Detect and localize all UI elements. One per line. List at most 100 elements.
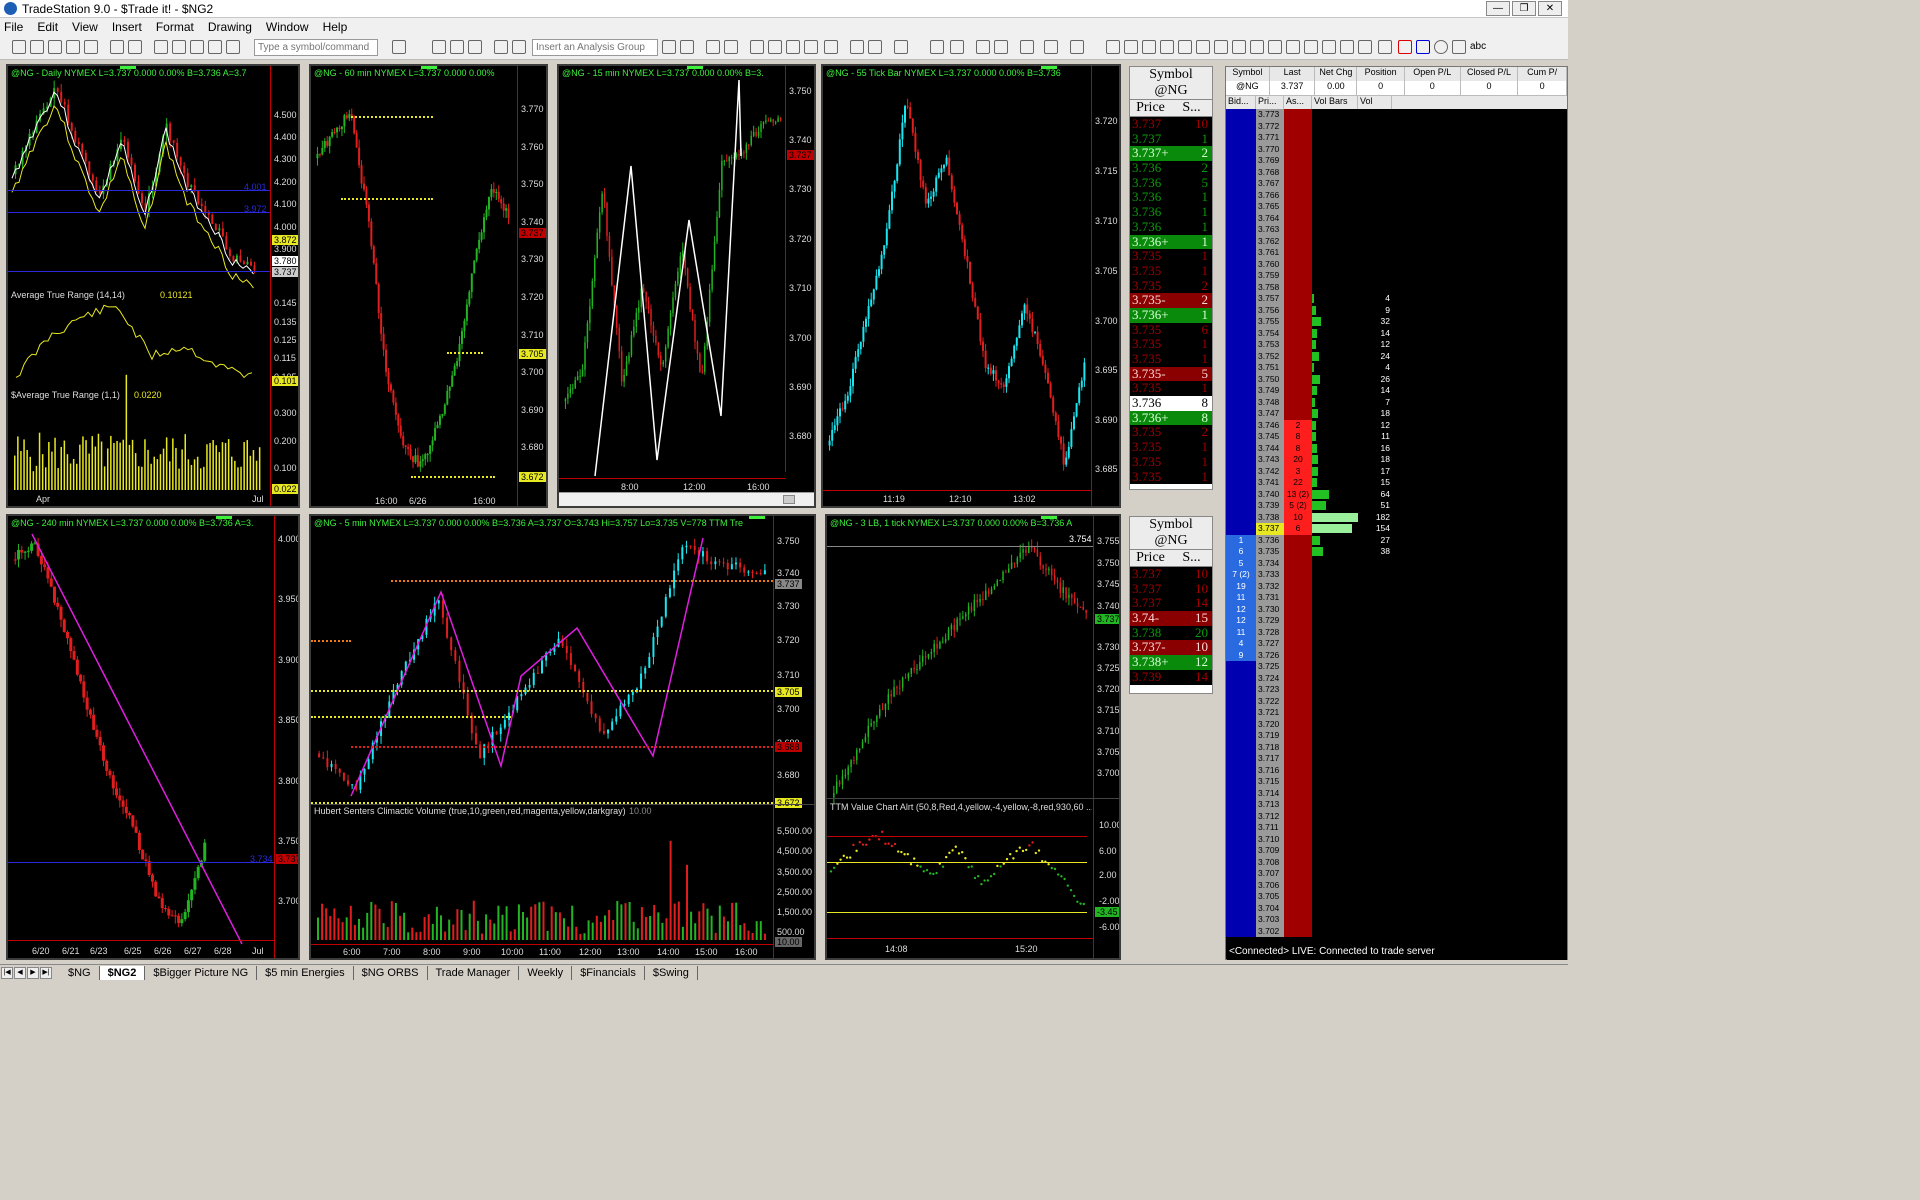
price-cell[interactable]: 3.743 (1256, 454, 1284, 466)
ask-cell[interactable] (1284, 293, 1312, 305)
ask-cell[interactable] (1284, 534, 1312, 546)
bid-cell[interactable] (1226, 396, 1256, 408)
volume-bar-cell[interactable] (1312, 270, 1358, 282)
ask-cell[interactable] (1284, 592, 1312, 604)
bid-cell[interactable] (1226, 902, 1256, 914)
ask-cell[interactable] (1284, 822, 1312, 834)
analysis-icon[interactable] (494, 40, 508, 54)
bid-cell[interactable] (1226, 408, 1256, 420)
bid-cell[interactable] (1226, 419, 1256, 431)
price-cell[interactable]: 3.722 (1256, 695, 1284, 707)
volume-bar-cell[interactable] (1312, 396, 1358, 408)
volume-bar-cell[interactable] (1312, 638, 1358, 650)
volume-bar-cell[interactable] (1312, 534, 1358, 546)
bid-cell[interactable] (1226, 684, 1256, 696)
bid-cell[interactable] (1226, 327, 1256, 339)
dom-row[interactable]: 3.753 12 (1226, 339, 1567, 351)
price-cell[interactable]: 3.758 (1256, 281, 1284, 293)
ask-cell[interactable] (1284, 684, 1312, 696)
volume-bar-cell[interactable] (1312, 109, 1358, 121)
menu-format[interactable]: Format (156, 20, 194, 34)
dom-row[interactable]: 3.756 9 (1226, 304, 1567, 316)
ask-cell[interactable] (1284, 557, 1312, 569)
ask-cell[interactable]: 3 (1284, 465, 1312, 477)
bid-cell[interactable] (1226, 753, 1256, 765)
dom-row[interactable]: 3.710 (1226, 833, 1567, 845)
dom-row[interactable]: 4 3.727 (1226, 638, 1567, 650)
volume-bar-cell[interactable] (1312, 592, 1358, 604)
price-cell[interactable]: 3.733 (1256, 569, 1284, 581)
menu-file[interactable]: File (4, 20, 23, 34)
volume-bar-cell[interactable] (1312, 684, 1358, 696)
volume-cell[interactable] (1358, 649, 1392, 661)
dom-row[interactable]: 19 3.732 (1226, 580, 1567, 592)
dom-row[interactable]: 3.757 4 (1226, 293, 1567, 305)
dom-row[interactable]: 5 3.734 (1226, 557, 1567, 569)
volume-bar-cell[interactable] (1312, 120, 1358, 132)
volume-cell[interactable] (1358, 856, 1392, 868)
quote-header[interactable]: Last (1270, 67, 1316, 81)
volume-bar-cell[interactable] (1312, 454, 1358, 466)
last-tab-icon[interactable]: ▶| (40, 966, 52, 979)
price-column-header[interactable]: Pri... (1256, 96, 1284, 109)
bid-cell[interactable] (1226, 235, 1256, 247)
volume-cell[interactable] (1358, 603, 1392, 615)
volume-bar-cell[interactable] (1312, 615, 1358, 627)
menu-edit[interactable]: Edit (37, 20, 58, 34)
dom-row[interactable]: 3.702 (1226, 925, 1567, 937)
volume-cell[interactable] (1358, 201, 1392, 213)
price-cell[interactable]: 3.765 (1256, 201, 1284, 213)
volume-cell[interactable]: 14 (1358, 385, 1392, 397)
volume-bar-cell[interactable] (1312, 902, 1358, 914)
ask-cell[interactable] (1284, 120, 1312, 132)
price-cell[interactable]: 3.745 (1256, 431, 1284, 443)
volume-cell[interactable] (1358, 764, 1392, 776)
cursor-icon[interactable] (976, 40, 990, 54)
bid-cell[interactable] (1226, 304, 1256, 316)
volume-bar-cell[interactable] (1312, 661, 1358, 673)
volume-cell[interactable]: 32 (1358, 316, 1392, 328)
prev-tab-icon[interactable]: ◀ (14, 966, 26, 979)
dom-row[interactable]: 3.743 20 18 (1226, 454, 1567, 466)
bid-cell[interactable] (1226, 350, 1256, 362)
bid-cell[interactable] (1226, 339, 1256, 351)
ask-cell[interactable] (1284, 316, 1312, 328)
ask-cell[interactable]: 10 (1284, 511, 1312, 523)
ask-cell[interactable] (1284, 235, 1312, 247)
tab-5min-energies[interactable]: $5 min Energies (257, 965, 354, 980)
price-cell[interactable]: 3.720 (1256, 718, 1284, 730)
volume-cell[interactable] (1358, 166, 1392, 178)
chart-daily[interactable]: @NG - Daily NYMEX L=3.737 0.000 0.00% B=… (6, 64, 300, 508)
menu-window[interactable]: Window (266, 20, 309, 34)
chart-240min[interactable]: @NG - 240 min NYMEX L=3.737 0.000 0.00% … (6, 514, 300, 960)
bid-cell[interactable] (1226, 925, 1256, 937)
dom-row[interactable]: 3.760 (1226, 258, 1567, 270)
volume-bar-cell[interactable] (1312, 258, 1358, 270)
volume-cell[interactable] (1358, 707, 1392, 719)
volume-bar-cell[interactable] (1312, 856, 1358, 868)
tab-ng-orbs[interactable]: $NG ORBS (354, 965, 428, 980)
volume-cell[interactable]: 15 (1358, 477, 1392, 489)
price-cell[interactable]: 3.710 (1256, 833, 1284, 845)
analysis-group-input[interactable] (532, 39, 658, 56)
price-cell[interactable]: 3.702 (1256, 925, 1284, 937)
horizontal-line[interactable] (8, 862, 274, 863)
volume-cell[interactable]: 27 (1358, 534, 1392, 546)
ask-cell[interactable] (1284, 258, 1312, 270)
symbol-value[interactable]: @NG (1130, 533, 1212, 549)
price-cell[interactable]: 3.731 (1256, 592, 1284, 604)
arc-icon[interactable] (1196, 40, 1210, 54)
volume-bar-cell[interactable] (1312, 822, 1358, 834)
volume-bar-cell[interactable] (1312, 787, 1358, 799)
price-cell[interactable]: 3.749 (1256, 385, 1284, 397)
channel-icon[interactable] (1214, 40, 1228, 54)
menu-view[interactable]: View (72, 20, 98, 34)
level-line[interactable] (351, 746, 773, 748)
bid-cell[interactable] (1226, 166, 1256, 178)
level-line[interactable] (311, 640, 351, 642)
dom-row[interactable]: 3.740 13 (2) 64 (1226, 488, 1567, 500)
dom-row[interactable]: 3.741 22 15 (1226, 477, 1567, 489)
freehand-icon[interactable] (1358, 40, 1372, 54)
bid-cell[interactable] (1226, 856, 1256, 868)
bid-cell[interactable] (1226, 293, 1256, 305)
